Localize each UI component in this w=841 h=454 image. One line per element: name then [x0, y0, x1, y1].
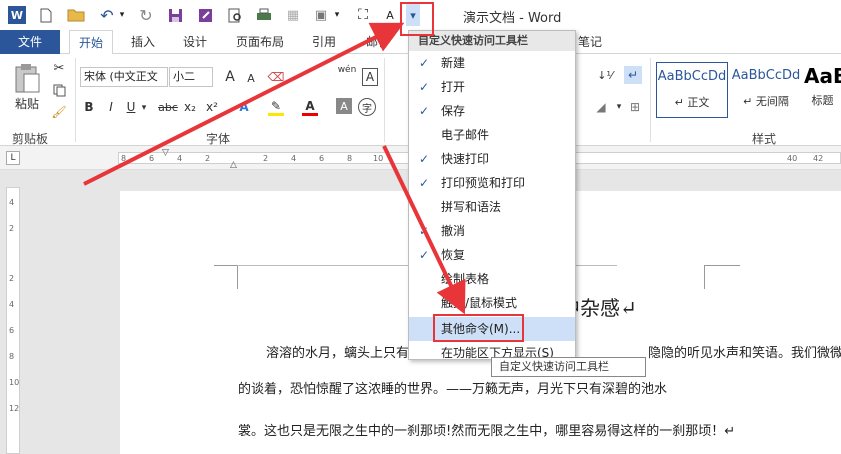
arrow-to-more-commands [382, 145, 466, 315]
annotation-arrows [83, 22, 466, 315]
arrow-to-dropdown [83, 22, 405, 186]
